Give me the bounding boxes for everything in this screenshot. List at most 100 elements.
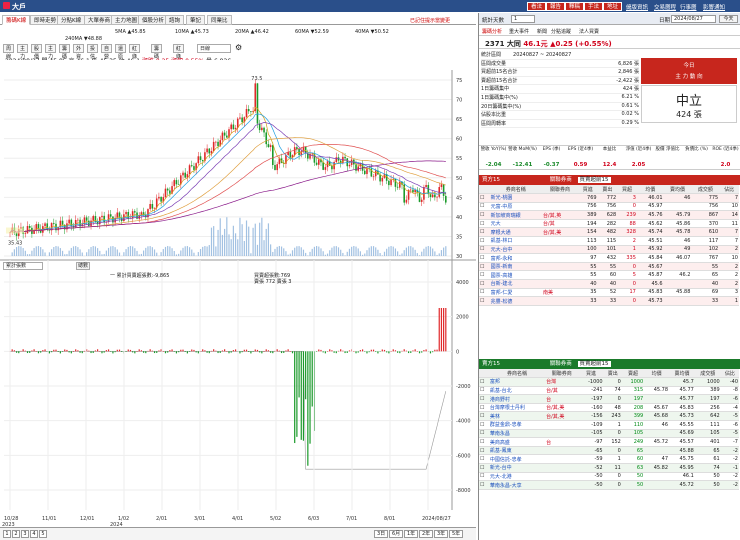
row-checkbox[interactable]: ☐ [479,394,489,404]
top-button-4[interactable]: 手法 [584,2,604,11]
table-row[interactable]: ☐ 台新-建北 40 40 0 45.6 40 2 [479,279,739,289]
table-row[interactable]: ☐ 新光-桃園 769 772 3 46.01 46 775 7 [479,193,739,203]
period-1y[interactable]: 1年 [404,530,419,538]
tab-stock-analysis[interactable]: 個股分析 [138,15,169,25]
table-row[interactable]: ☐ 摩根大通 台/其,美 154 482 328 45.74 45.78 610 7 [479,227,739,238]
row-checkbox[interactable]: ☐ [479,463,489,473]
broker-name[interactable]: 台灣摩根士丹利 [488,403,546,413]
tab-consult[interactable]: 諮詢 [165,15,185,25]
broker-name[interactable]: 華南永昌-大享 [488,480,546,490]
table-row[interactable]: ☐ 台灣摩根士丹利 台/其,美 -160 48 208 45.67 45.83 256 -4 [479,403,739,413]
top-link-2[interactable]: 交易曆程 [654,3,676,11]
broker-name[interactable]: 元大-台中 [489,245,542,255]
row-checkbox[interactable]: ☐ [479,270,490,281]
page-4[interactable]: 4 [30,530,38,538]
broker-name[interactable]: 群益金鼎-忠孝 [488,420,546,430]
subtab-news[interactable]: 新聞 [537,28,547,35]
page-3[interactable]: 3 [21,530,29,538]
row-checkbox[interactable]: ☐ [479,420,489,430]
subtab-chip[interactable]: 籌碼分析 [482,28,502,35]
page-2[interactable]: 2 [12,530,20,538]
broker-name[interactable]: 新光-桃園 [489,193,542,203]
broker-name[interactable]: 美林 [488,411,546,422]
today-button[interactable]: 今天 [719,15,738,23]
broker-name[interactable]: 新光-台中 [488,463,546,473]
row-checkbox[interactable]: ☐ [479,227,490,238]
top-button-1[interactable]: 看法 [527,2,547,11]
broker-name[interactable]: 華南永昌 [488,429,546,439]
broker-name[interactable]: 國票-高雄 [489,270,542,281]
table-row[interactable]: ☐ 凱基-鳳東 -65 0 65 45.88 65 -2 [479,446,739,456]
broker-name[interactable]: 元大 [489,219,542,229]
table-row[interactable]: ☐ 富邦 台灣 -1000 0 1000 45.7 1000 -40 [479,377,739,387]
table-row[interactable]: ☐ 華南永昌 -105 0 105 45.69 105 -5 [479,429,739,439]
broker-name[interactable]: 凱基-林口 [489,236,542,246]
toolbar-btn-5[interactable]: 外資 [73,44,85,60]
toolbar-btn-4[interactable]: 籌碼 [59,44,71,60]
toolbar-btn-7[interactable]: 自營 [101,44,113,60]
stats-days-select[interactable]: 1 [511,15,535,23]
broker-name[interactable]: 富邦-永和 [489,253,542,263]
table-row[interactable]: ☐ 元大-北港 -50 0 50 46.1 50 -2 [479,472,739,482]
row-checkbox[interactable]: ☐ [479,411,489,422]
row-checkbox[interactable]: ☐ [479,454,489,465]
period-3y[interactable]: 3年 [434,530,449,538]
tab-intraday[interactable]: 即時走勢 [30,15,61,25]
top-button-2[interactable]: 報告 [546,2,566,11]
broker-name[interactable]: 中國信託-忠孝 [488,454,546,465]
top-link-1[interactable]: 儲版資訊 [626,3,648,11]
tab-notes[interactable]: 筆記 [186,15,206,25]
row-checkbox[interactable]: ☐ [479,253,490,263]
table-row[interactable]: ☐ 美商高盛台 -97 152 249 45.72 45.57 401 -7 [479,437,739,447]
subtab-institution[interactable]: 法人買賣 [579,28,599,35]
row-checkbox[interactable]: ☐ [479,437,489,447]
page-5[interactable]: 5 [39,530,47,538]
table-row[interactable]: ☐ 中國信託-忠孝 -59 1 60 47 45.75 61 -2 [479,454,739,465]
row-checkbox[interactable]: ☐ [479,193,490,203]
buy-panel-sort[interactable]: 關聯券商 [550,177,572,183]
row-checkbox[interactable]: ☐ [479,377,489,387]
tab-chip-kline[interactable]: 籌碼K線 [2,15,31,25]
toolbar-btn-3[interactable]: 主力 [45,44,57,60]
table-row[interactable]: ☐ 美林 台/其,美 -156 243 399 45.68 45.73 642 -5 [479,411,739,422]
row-checkbox[interactable]: ☐ [479,279,490,289]
page-1[interactable]: 1 [3,530,11,538]
row-checkbox[interactable]: ☐ [479,202,490,212]
row-checkbox[interactable]: ☐ [479,403,489,413]
tab-peers[interactable]: 同業比 [207,15,232,25]
top-button-5[interactable]: 地址 [603,2,623,11]
tab-big-broker[interactable]: 大單券商 [84,15,115,25]
row-checkbox[interactable]: ☐ [479,236,490,246]
sell-panel-sort[interactable]: 關聯券商 [550,361,572,367]
row-checkbox[interactable]: ☐ [479,262,490,272]
toolbar-btn-6[interactable]: 投信 [87,44,99,60]
table-row[interactable]: ☐ 國票-高雄 55 60 5 45.87 46.2 65 2 [479,270,739,281]
table-row[interactable]: ☐ 群益金鼎-忠孝 -109 1 110 46 45.55 111 -6 [479,420,739,430]
broker-name[interactable]: 新加坡商瑞銀 [489,210,542,220]
tab-branch-kline[interactable]: 分點K線 [57,15,86,25]
broker-name[interactable]: 富邦 [488,377,546,387]
lower-select[interactable]: 累計張數 [3,262,43,270]
toolbar-btn-10[interactable]: 籌碼力 [151,44,163,68]
top-link-4[interactable]: 影響通知 [703,3,725,11]
row-checkbox[interactable]: ☐ [479,296,490,306]
broker-name[interactable]: 元大-北港 [488,472,546,482]
price-chart[interactable]: 75 70 65 60 55 50 45 40 35 30 73.5 35.43 4000 2000 0 -2… [0,60,476,526]
table-row[interactable]: ☐ 兆豐-松德 33 33 0 45.73 33 1 [479,296,739,306]
table-row[interactable]: ☐ 國票-新南 55 55 0 45.67 55 2 [479,262,739,272]
buy-panel-select[interactable]: 買賣超前15 [577,177,611,183]
broker-name[interactable]: 國票-新南 [489,262,542,272]
row-checkbox[interactable]: ☐ [479,480,489,490]
table-row[interactable]: ☐ 元大 台/其 194 282 88 45.62 45.86 370 11 [479,219,739,229]
row-checkbox[interactable]: ☐ [479,386,489,396]
table-row[interactable]: ☐ 新光-台中 -52 11 63 45.82 45.95 74 -1 [479,463,739,473]
toolbar-btn-11[interactable]: 紅綠線 [173,44,185,68]
table-row[interactable]: ☐ 華南永昌-大享 -50 0 50 45.72 50 -2 [479,480,739,490]
period-3d[interactable]: 3日 [374,530,389,538]
tab-main-map[interactable]: 主力地圖 [111,15,142,25]
sell-panel-select[interactable]: 買賣超前15 [577,361,611,367]
table-row[interactable]: ☐ 富邦-仁愛 南美 35 52 17 45.83 45.88 69 3 [479,288,739,298]
gear-icon[interactable]: ⚙ [235,43,242,52]
toolbar-btn-1[interactable]: 主力 [17,44,29,60]
row-checkbox[interactable]: ☐ [479,472,489,482]
